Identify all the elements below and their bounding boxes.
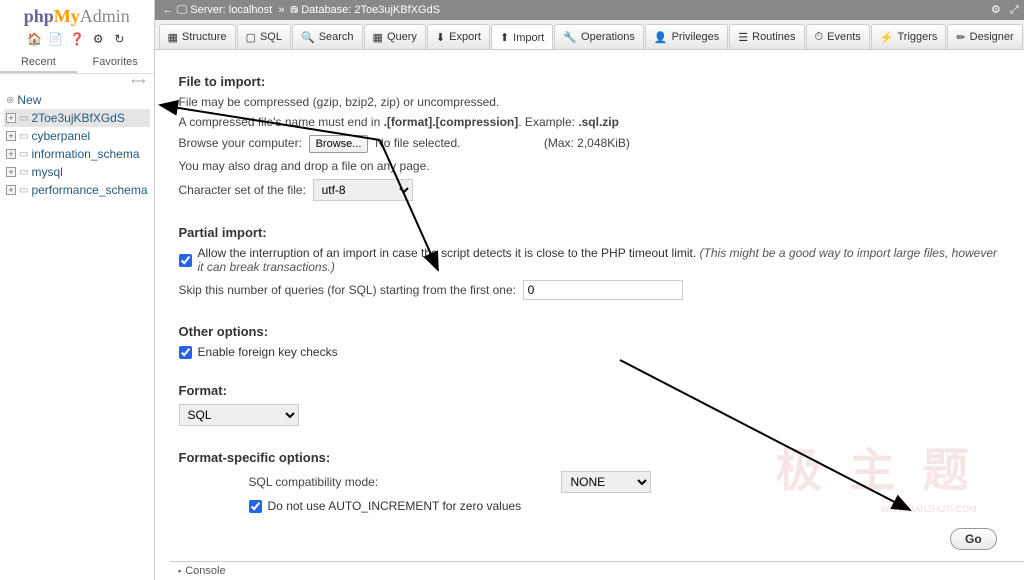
tab-designer[interactable]: ✏Designer [947, 24, 1022, 49]
tab-operations[interactable]: 🔧Operations [554, 24, 644, 49]
expand-icon[interactable]: + [6, 167, 16, 177]
content: File to import: File may be compressed (… [155, 50, 1024, 580]
go-button[interactable]: Go [950, 528, 997, 550]
browse-button[interactable]: Browse... [309, 135, 369, 153]
compat-label: SQL compatibility mode: [249, 475, 379, 489]
tab-search[interactable]: 🔍Search [292, 24, 363, 49]
compressed-note: File may be compressed (gzip, bzip2, zip… [179, 95, 1003, 109]
tab-events[interactable]: ⏱Events [806, 24, 870, 49]
logout-icon[interactable]: 📄 [48, 32, 62, 46]
db-tree: ⊕New +▭2Toe3ujKBfXGdS +▭cyberpanel +▭inf… [0, 89, 154, 201]
tab-query[interactable]: ▦Query [364, 24, 426, 49]
reload-icon[interactable]: ↻ [112, 32, 126, 46]
settings-icon[interactable]: ⚙ [91, 32, 105, 46]
section-format-opts: Format-specific options: [179, 450, 1003, 465]
allow-interrupt-checkbox[interactable] [179, 254, 192, 267]
home-icon[interactable]: 🏠 [27, 32, 41, 46]
filename-note: A compressed file's name must end in .[f… [179, 115, 1003, 129]
fk-checkbox[interactable] [179, 346, 192, 359]
tree-db-item[interactable]: +▭information_schema [4, 145, 150, 163]
breadcrumb-server[interactable]: localhost [229, 4, 272, 16]
expand-icon[interactable]: + [6, 113, 16, 123]
console-bar[interactable]: Console [170, 561, 1024, 580]
tab-structure[interactable]: ▦Structure [159, 24, 236, 49]
no-file-label: No file selected. [375, 136, 460, 150]
tab-export[interactable]: ⬇Export [427, 24, 490, 49]
tree-new[interactable]: ⊕New [4, 91, 150, 109]
section-partial: Partial import: [179, 225, 1003, 240]
sidebar-toolbar: 🏠 📄 ❓ ⚙ ↻ [0, 29, 154, 49]
skip-queries-label: Skip this number of queries (for SQL) st… [179, 283, 516, 297]
tab-bar: ▦Structure ▢SQL 🔍Search ▦Query ⬇Export ⬆… [155, 20, 1024, 50]
tab-triggers[interactable]: ⚡Triggers [871, 24, 947, 49]
docs-icon[interactable]: ❓ [70, 32, 84, 46]
expand-icon[interactable]: + [6, 131, 16, 141]
tree-db-item[interactable]: +▭2Toe3ujKBfXGdS [4, 109, 150, 127]
section-file-import: File to import: [179, 74, 1003, 89]
section-format: Format: [179, 383, 1003, 398]
browse-label: Browse your computer: [179, 136, 302, 150]
charset-select[interactable]: utf-8 [313, 179, 413, 201]
section-other: Other options: [179, 324, 1003, 339]
tree-db-item[interactable]: +▭performance_schema [4, 181, 150, 199]
allow-interrupt-label: Allow the interruption of an import in c… [198, 246, 1003, 274]
breadcrumb-database[interactable]: 2Toe3ujKBfXGdS [354, 4, 440, 16]
breadcrumb: ← 🖵 Server: localhost » ⛁ Database: 2Toe… [155, 0, 1024, 20]
drag-drop-note: You may also drag and drop a file on any… [179, 159, 1003, 173]
tab-privileges[interactable]: 👤Privileges [645, 24, 728, 49]
collapse-handle-icon[interactable]: ⟷ [0, 74, 154, 89]
noauto-label: Do not use AUTO_INCREMENT for zero value… [268, 499, 522, 513]
fk-label: Enable foreign key checks [198, 345, 338, 359]
tree-db-item[interactable]: +▭cyberpanel [4, 127, 150, 145]
tree-db-item[interactable]: +▭mysql [4, 163, 150, 181]
sidebar: phpMyAdmin 🏠 📄 ❓ ⚙ ↻ Recent Favorites ⟷ … [0, 0, 155, 580]
expand-icon[interactable]: + [6, 185, 16, 195]
gear-icon[interactable]: ⚙ [991, 4, 1001, 16]
side-tab-recent[interactable]: Recent [0, 53, 77, 73]
format-select[interactable]: SQL [179, 404, 299, 426]
noauto-checkbox[interactable] [249, 500, 262, 513]
main: ← 🖵 Server: localhost » ⛁ Database: 2Toe… [155, 0, 1024, 580]
skip-queries-input[interactable] [523, 280, 683, 300]
max-size-label: (Max: 2,048KiB) [544, 136, 630, 150]
tab-import[interactable]: ⬆Import [491, 24, 553, 49]
collapse-icon[interactable]: ⤢ [1010, 4, 1019, 16]
expand-icon[interactable]: + [6, 149, 16, 159]
compat-select[interactable]: NONE [561, 471, 651, 493]
logo[interactable]: phpMyAdmin [0, 0, 154, 29]
charset-label: Character set of the file: [179, 183, 306, 197]
tab-sql[interactable]: ▢SQL [237, 24, 291, 49]
tab-routines[interactable]: ☰Routines [729, 24, 804, 49]
side-tab-favorites[interactable]: Favorites [77, 53, 154, 73]
